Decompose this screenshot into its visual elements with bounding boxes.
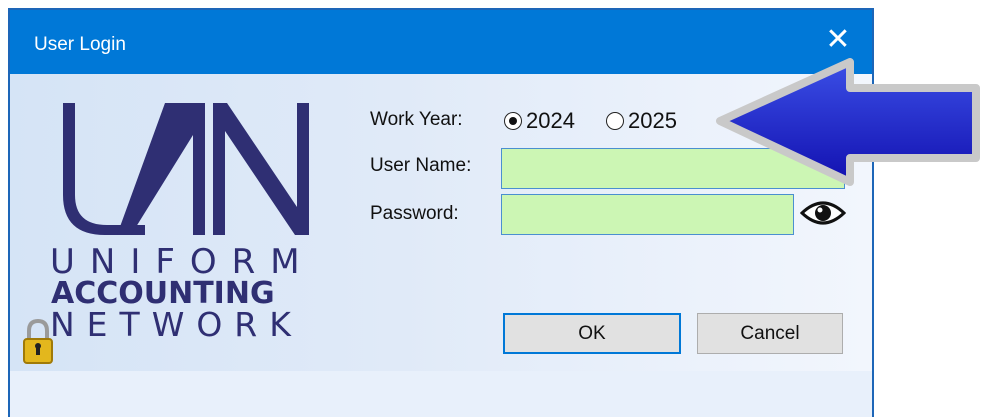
logo-line-network: NETWORK bbox=[50, 305, 303, 344]
close-icon[interactable]: ✕ bbox=[822, 24, 854, 56]
radio-year-2024[interactable]: 2024 bbox=[504, 108, 575, 134]
radio-button-2025[interactable] bbox=[606, 112, 624, 130]
uan-logo: UNIFORM ACCOUNTING NETWORK bbox=[50, 103, 309, 344]
window-title: User Login bbox=[34, 34, 126, 55]
radio-button-2024[interactable] bbox=[504, 112, 522, 130]
dialog-footer bbox=[10, 371, 872, 417]
eye-icon[interactable] bbox=[800, 198, 846, 228]
arrow-left-icon bbox=[716, 58, 980, 186]
work-year-label: Work Year: bbox=[370, 109, 463, 130]
password-label: Password: bbox=[370, 203, 459, 224]
ok-button[interactable]: OK bbox=[503, 313, 681, 354]
radio-label-2024: 2024 bbox=[526, 108, 575, 133]
password-input[interactable] bbox=[501, 194, 794, 235]
cancel-button[interactable]: Cancel bbox=[697, 313, 843, 354]
radio-label-2025: 2025 bbox=[628, 108, 677, 133]
user-name-label: User Name: bbox=[370, 155, 472, 176]
lock-icon bbox=[23, 318, 53, 364]
radio-year-2025[interactable]: 2025 bbox=[606, 108, 677, 134]
